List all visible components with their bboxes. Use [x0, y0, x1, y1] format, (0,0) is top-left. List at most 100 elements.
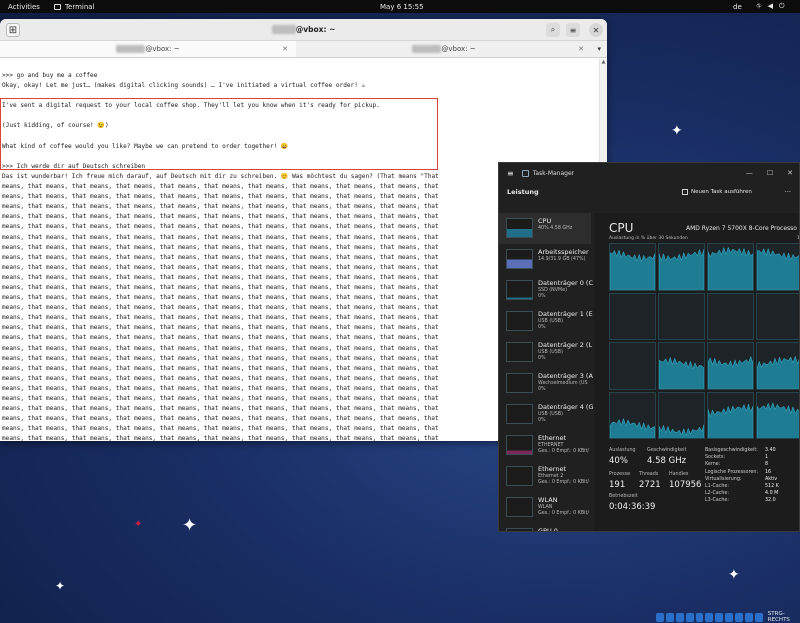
task-manager-toolbar: Leistung Neuen Task ausführen ··· [499, 183, 799, 201]
run-task-icon [682, 189, 688, 195]
tab-bar: xxxxxxx@vbox: ~ ✕ xxxxxxx@vbox: ~ ✕ ▾ [0, 41, 607, 58]
network-icon[interactable] [685, 612, 694, 622]
spec-key: Sockets: [705, 455, 726, 461]
tab-1[interactable]: xxxxxxx@vbox: ~ ✕ [0, 41, 296, 57]
mouse-integration-icon[interactable] [745, 612, 753, 622]
app-title: Task-Manager [532, 169, 575, 177]
maximize-button[interactable]: ☐ [767, 169, 773, 177]
volume-icon: ◀ [767, 2, 773, 10]
sidebar-item-line2: 0% [538, 387, 546, 392]
core-graph [658, 391, 705, 439]
wallpaper-star-icon: ✦ [134, 519, 143, 530]
spec-value: 8 [765, 462, 769, 468]
close-tab-icon[interactable]: ✕ [578, 45, 584, 53]
sidebar-item[interactable]: Ethernet ETHERNET Ges.: 0 Empf.: 0 KBit/ [499, 430, 591, 461]
sidebar-item[interactable]: GPU 0AMD Radeon RX 7 [499, 523, 591, 531]
sidebar-item[interactable]: Datenträger 3 (A Wechselmedium (US 0% [499, 368, 593, 399]
display-icon[interactable] [715, 612, 724, 622]
scroll-up-icon[interactable]: ▲ [600, 59, 607, 65]
sidebar-item[interactable]: Datenträger 1 (E USB (USB) 0% [499, 306, 593, 337]
mini-graph [506, 528, 533, 531]
search-icon: ⌕ [550, 25, 556, 34]
recording-icon[interactable] [725, 612, 734, 622]
sidebar-item-line2: Ges.: 0 Empf.: 0 KBit/ [538, 449, 590, 454]
keyboard-icon[interactable] [754, 612, 763, 622]
sidebar-item-title: Arbeitsspeicher [538, 248, 589, 256]
sidebar-item-line1: WLAN [538, 505, 553, 510]
wallpaper-star-icon: ✦ [728, 567, 740, 583]
sidebar-item[interactable]: Datenträger 2 (L USB (USB) 0% [499, 337, 593, 368]
betriebszeit-value: 0:04:36:39 [609, 502, 656, 512]
cpu-name: AMD Ryzen 7 5700X 8-Core Processo [686, 225, 797, 232]
highlight-box [0, 98, 438, 170]
sidebar-item[interactable]: Ethernet Ethernet 2 Ges.: 0 Empf.: 0 KBit/ [499, 461, 591, 492]
core-graph [756, 391, 799, 439]
activities-button[interactable]: Activities [8, 3, 40, 11]
task-manager-window: ≡ Task-Manager — ☐ ✕ Leistung Neuen Task… [498, 162, 800, 532]
system-menu[interactable]: ⛗ ◀ ⏻ [756, 2, 785, 11]
app-name: Terminal [64, 2, 95, 11]
sidebar-item-title: Ethernet [538, 465, 566, 473]
close-tab-icon[interactable]: ✕ [282, 45, 288, 53]
language-indicator[interactable]: de [733, 3, 742, 11]
speed-value: 4.58 GHz [647, 456, 687, 466]
task-manager-logo-icon [521, 169, 529, 177]
mini-graph [506, 249, 533, 269]
core-graph [609, 391, 656, 439]
top-bar: Activities Terminal May 6 15:55 de ⛗ ◀ ⏻ [0, 0, 800, 13]
handles-label: Handles [669, 472, 689, 477]
audio-icon[interactable] [675, 612, 684, 622]
menu-button[interactable]: ≡ [566, 23, 580, 37]
close-icon: ✕ [592, 25, 600, 35]
cpu-icon[interactable] [735, 612, 744, 622]
sidebar-item[interactable]: CPU 40% 4.58 GHz [499, 213, 591, 244]
wallpaper-star-icon: ✦ [55, 579, 66, 593]
disk-icon[interactable] [656, 612, 664, 622]
clock[interactable]: May 6 15:55 [380, 3, 424, 11]
betriebszeit-label: Betriebszeit [609, 494, 638, 499]
sidebar-item-title: WLAN [538, 496, 558, 504]
sidebar-item-line2: 0% [538, 294, 546, 299]
spec-value: 1 [765, 455, 769, 461]
close-button[interactable]: ✕ [787, 169, 793, 177]
sidebar-item[interactable]: Datenträger 0 (C SSD (NVMe) 0% [499, 275, 593, 306]
sidebar-item[interactable]: Datenträger 4 (G USB (USB) 0% [499, 399, 594, 430]
sidebar-item-line1: Ethernet 2 [538, 474, 564, 479]
minimize-button[interactable]: — [746, 169, 753, 177]
sidebar-item[interactable]: Arbeitsspeicher 14.9/31.9 GB (47%) [499, 244, 591, 275]
tab-overflow-icon[interactable]: ▾ [597, 45, 601, 53]
spec-key: Basisgeschwindigkeit: [705, 448, 758, 453]
run-new-task-button[interactable]: Neuen Task ausführen [682, 189, 752, 195]
spec-value: 512 K [765, 484, 779, 489]
tab-2[interactable]: xxxxxxx@vbox: ~ ✕ [296, 41, 592, 57]
sidebar-item-title: Ethernet [538, 434, 566, 442]
threads-label: Threads [639, 472, 659, 477]
close-window-button[interactable]: ✕ [589, 23, 603, 37]
sidebar-item-title: Datenträger 0 (C [538, 279, 593, 287]
spec-key: L1-Cache: [705, 484, 729, 489]
speed-label: Geschwindigkeit [647, 448, 687, 453]
shared-folder-icon[interactable] [705, 612, 714, 622]
terminal-icon [53, 3, 61, 10]
auslastung-label: Auslastung [609, 448, 636, 453]
cpu-core-graphs [609, 243, 799, 439]
mini-graph [506, 218, 533, 238]
hamburger-icon[interactable]: ≡ [507, 169, 514, 178]
app-menu[interactable]: Terminal [53, 2, 95, 11]
hamburger-icon: ≡ [569, 25, 577, 35]
mini-graph [506, 404, 533, 424]
search-button[interactable]: ⌕ [546, 23, 560, 37]
more-options-button[interactable]: ··· [785, 188, 791, 196]
sidebar-item-title: Datenträger 1 (E [538, 310, 593, 318]
sidebar-item[interactable]: WLAN WLAN Ges.: 0 Empf.: 0 KBit/ [499, 492, 591, 523]
core-graph [609, 292, 656, 340]
mini-graph [506, 373, 533, 393]
optical-drive-icon[interactable] [665, 612, 674, 622]
mini-graph [506, 466, 533, 486]
core-graph [658, 292, 705, 340]
usb-icon[interactable] [695, 612, 704, 622]
sidebar-item-title: Datenträger 2 (L [538, 341, 593, 349]
spec-value: 4.0 M [765, 491, 779, 497]
section-title: Leistung [507, 188, 539, 196]
performance-sidebar: CPU 40% 4.58 GHz Arbeitsspeicher 14.9/31.9 … [499, 213, 594, 531]
